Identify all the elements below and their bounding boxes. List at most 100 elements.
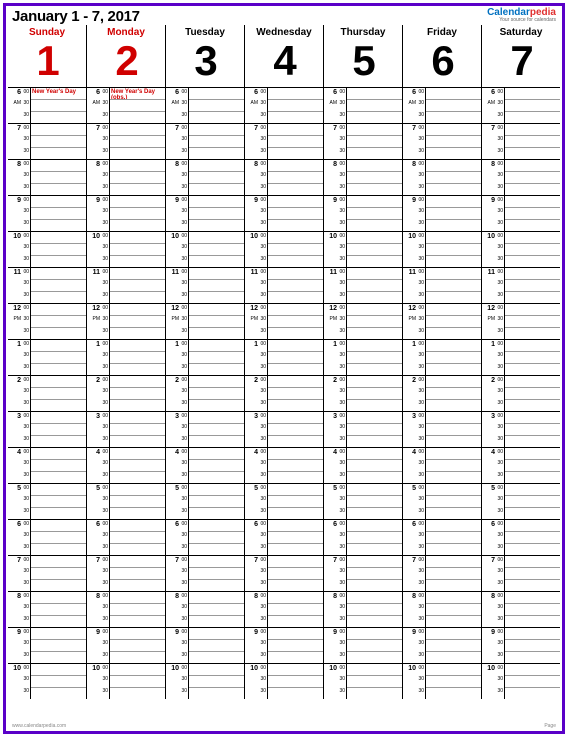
time-slot[interactable] bbox=[110, 160, 165, 172]
time-slot[interactable] bbox=[426, 436, 481, 447]
time-slot[interactable] bbox=[268, 664, 323, 676]
time-slot[interactable] bbox=[426, 508, 481, 519]
time-slot[interactable] bbox=[189, 688, 244, 699]
time-slot[interactable] bbox=[426, 568, 481, 580]
time-slot[interactable] bbox=[189, 100, 244, 112]
time-slot[interactable] bbox=[426, 136, 481, 148]
time-slot[interactable] bbox=[189, 88, 244, 100]
time-slot[interactable] bbox=[31, 340, 86, 352]
time-slot[interactable] bbox=[110, 100, 165, 112]
time-slot[interactable] bbox=[268, 292, 323, 303]
time-slot[interactable] bbox=[268, 556, 323, 568]
time-slot[interactable] bbox=[110, 196, 165, 208]
time-slot[interactable] bbox=[505, 364, 560, 375]
time-slot[interactable] bbox=[189, 556, 244, 568]
time-slot[interactable] bbox=[31, 112, 86, 123]
time-slot[interactable] bbox=[426, 688, 481, 699]
time-slot[interactable] bbox=[31, 640, 86, 652]
time-slot[interactable] bbox=[189, 208, 244, 220]
time-slot[interactable] bbox=[426, 424, 481, 436]
time-slot[interactable] bbox=[268, 304, 323, 316]
time-slot[interactable] bbox=[110, 244, 165, 256]
time-slot[interactable] bbox=[505, 496, 560, 508]
time-slot[interactable] bbox=[268, 688, 323, 699]
time-slot[interactable] bbox=[110, 280, 165, 292]
time-slot[interactable] bbox=[347, 172, 402, 184]
time-slot[interactable] bbox=[31, 688, 86, 699]
time-slot[interactable] bbox=[189, 496, 244, 508]
time-slot[interactable] bbox=[189, 676, 244, 688]
time-slot[interactable] bbox=[189, 460, 244, 472]
time-slot[interactable] bbox=[189, 604, 244, 616]
time-slot[interactable] bbox=[189, 172, 244, 184]
time-slot[interactable] bbox=[347, 220, 402, 231]
time-slot[interactable] bbox=[347, 688, 402, 699]
time-slot[interactable] bbox=[268, 184, 323, 195]
time-slot[interactable] bbox=[31, 412, 86, 424]
time-slot[interactable] bbox=[505, 616, 560, 627]
time-slot[interactable] bbox=[268, 376, 323, 388]
time-slot[interactable] bbox=[31, 532, 86, 544]
time-slot[interactable] bbox=[347, 472, 402, 483]
time-slot[interactable] bbox=[505, 388, 560, 400]
time-slot[interactable] bbox=[347, 292, 402, 303]
time-slot[interactable] bbox=[347, 532, 402, 544]
time-slot[interactable] bbox=[347, 256, 402, 267]
time-slot[interactable] bbox=[347, 448, 402, 460]
time-slot[interactable] bbox=[347, 604, 402, 616]
time-slot[interactable] bbox=[347, 508, 402, 519]
time-slot[interactable] bbox=[31, 208, 86, 220]
time-slot[interactable] bbox=[31, 436, 86, 447]
time-slot[interactable] bbox=[505, 100, 560, 112]
time-slot[interactable] bbox=[110, 616, 165, 627]
time-slot[interactable] bbox=[268, 628, 323, 640]
time-slot[interactable] bbox=[189, 628, 244, 640]
time-slot[interactable] bbox=[426, 676, 481, 688]
time-slot[interactable] bbox=[110, 544, 165, 555]
time-slot[interactable] bbox=[268, 592, 323, 604]
time-slot[interactable] bbox=[426, 316, 481, 328]
time-slot[interactable] bbox=[31, 232, 86, 244]
time-slot[interactable] bbox=[426, 352, 481, 364]
time-slot[interactable] bbox=[31, 364, 86, 375]
time-slot[interactable] bbox=[505, 628, 560, 640]
time-slot[interactable] bbox=[505, 304, 560, 316]
time-slot[interactable] bbox=[110, 340, 165, 352]
time-slot[interactable] bbox=[110, 208, 165, 220]
time-slot[interactable] bbox=[31, 628, 86, 640]
time-slot[interactable] bbox=[31, 280, 86, 292]
time-slot[interactable] bbox=[505, 328, 560, 339]
time-slot[interactable] bbox=[189, 532, 244, 544]
time-slot[interactable] bbox=[189, 112, 244, 123]
time-slot[interactable] bbox=[31, 556, 86, 568]
time-slot[interactable] bbox=[31, 496, 86, 508]
time-slot[interactable] bbox=[189, 664, 244, 676]
time-slot[interactable] bbox=[110, 172, 165, 184]
time-slot[interactable] bbox=[347, 196, 402, 208]
time-slot[interactable] bbox=[347, 580, 402, 591]
time-slot[interactable] bbox=[189, 196, 244, 208]
time-slot[interactable] bbox=[347, 184, 402, 195]
time-slot[interactable] bbox=[426, 520, 481, 532]
time-slot[interactable] bbox=[426, 304, 481, 316]
time-slot[interactable] bbox=[347, 388, 402, 400]
time-slot[interactable] bbox=[268, 136, 323, 148]
time-slot[interactable] bbox=[268, 400, 323, 411]
time-slot[interactable] bbox=[110, 532, 165, 544]
time-slot[interactable] bbox=[189, 484, 244, 496]
time-slot[interactable] bbox=[426, 232, 481, 244]
time-slot[interactable] bbox=[31, 472, 86, 483]
time-slot[interactable] bbox=[505, 208, 560, 220]
time-slot[interactable] bbox=[347, 628, 402, 640]
time-slot[interactable] bbox=[189, 652, 244, 663]
time-slot[interactable] bbox=[426, 220, 481, 231]
time-slot[interactable] bbox=[110, 460, 165, 472]
time-slot[interactable] bbox=[189, 364, 244, 375]
time-slot[interactable] bbox=[31, 460, 86, 472]
event-slot[interactable]: New Year's Day (obs.) bbox=[110, 88, 165, 100]
time-slot[interactable] bbox=[505, 544, 560, 555]
time-slot[interactable] bbox=[426, 280, 481, 292]
time-slot[interactable] bbox=[426, 340, 481, 352]
time-slot[interactable] bbox=[268, 280, 323, 292]
time-slot[interactable] bbox=[31, 484, 86, 496]
